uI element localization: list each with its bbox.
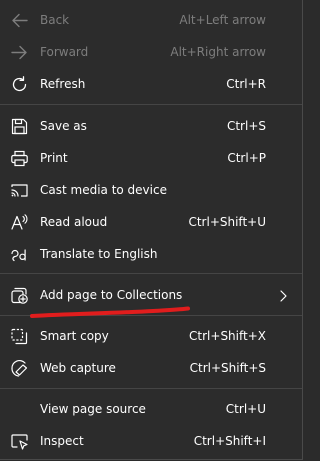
menu-item-shortcut: Ctrl+R: [226, 77, 266, 91]
menu-item-label: Translate to English: [40, 247, 158, 261]
refresh-icon: [10, 75, 29, 94]
cast-icon: [10, 181, 29, 200]
menu-separator: [0, 273, 302, 274]
menu-item-label: Web capture: [40, 361, 116, 375]
menu-item-shortcut: Ctrl+Shift+X: [189, 329, 266, 343]
save-icon: [10, 117, 29, 136]
smart-copy-icon: [10, 327, 29, 346]
menu-item-shortcut: Ctrl+P: [227, 151, 266, 165]
menu-item-label: Print: [40, 151, 68, 165]
chevron-right-icon: [278, 288, 288, 302]
menu-item-print[interactable]: Print Ctrl+P: [0, 142, 302, 174]
menu-item-shortcut: Ctrl+U: [225, 402, 266, 416]
read-aloud-icon: [10, 213, 29, 232]
menu-item-label: Forward: [40, 45, 89, 59]
menu-item-shortcut: Alt+Left arrow: [179, 13, 266, 27]
menu-item-shortcut: Ctrl+Shift+I: [193, 434, 266, 448]
menu-item-label: Smart copy: [40, 329, 109, 343]
menu-separator: [0, 104, 302, 105]
menu-item-label: Cast media to device: [40, 183, 167, 197]
menu-item-cast-media[interactable]: Cast media to device: [0, 174, 302, 206]
menu-item-translate[interactable]: Translate to English: [0, 238, 302, 270]
menu-item-label: Inspect: [40, 434, 84, 448]
menu-item-smart-copy[interactable]: Smart copy Ctrl+Shift+X: [0, 320, 302, 352]
menu-item-add-to-collections[interactable]: Add page to Collections: [0, 279, 302, 311]
menu-separator: [0, 315, 302, 316]
menu-item-view-source[interactable]: View page source Ctrl+U: [0, 393, 302, 425]
menu-item-shortcut: Alt+Right arrow: [170, 45, 266, 59]
arrow-right-icon: [10, 43, 29, 62]
menu-item-label: Read aloud: [40, 215, 108, 229]
menu-item-label: Back: [40, 13, 70, 27]
menu-item-read-aloud[interactable]: Read aloud Ctrl+Shift+U: [0, 206, 302, 238]
menu-separator: [0, 388, 302, 389]
menu-item-save-as[interactable]: Save as Ctrl+S: [0, 110, 302, 142]
print-icon: [10, 149, 29, 168]
web-capture-icon: [10, 359, 29, 378]
inspect-icon: [10, 432, 29, 451]
menu-item-forward[interactable]: Forward Alt+Right arrow: [0, 36, 302, 68]
menu-item-shortcut: Ctrl+Shift+S: [189, 361, 266, 375]
menu-item-back[interactable]: Back Alt+Left arrow: [0, 4, 302, 36]
menu-item-shortcut: Ctrl+S: [226, 119, 266, 133]
menu-item-refresh[interactable]: Refresh Ctrl+R: [0, 68, 302, 100]
menu-item-label: View page source: [40, 402, 146, 416]
context-menu: Back Alt+Left arrow Forward Alt+Right ar…: [0, 0, 303, 460]
menu-item-inspect[interactable]: Inspect Ctrl+Shift+I: [0, 425, 302, 457]
menu-item-web-capture[interactable]: Web capture Ctrl+Shift+S: [0, 352, 302, 384]
menu-item-label: Save as: [40, 119, 87, 133]
menu-item-label: Add page to Collections: [40, 288, 183, 302]
collections-add-icon: [10, 286, 29, 305]
translate-icon: [10, 245, 29, 264]
menu-item-shortcut: Ctrl+Shift+U: [188, 215, 266, 229]
menu-item-label: Refresh: [40, 77, 86, 91]
arrow-left-icon: [10, 11, 29, 30]
